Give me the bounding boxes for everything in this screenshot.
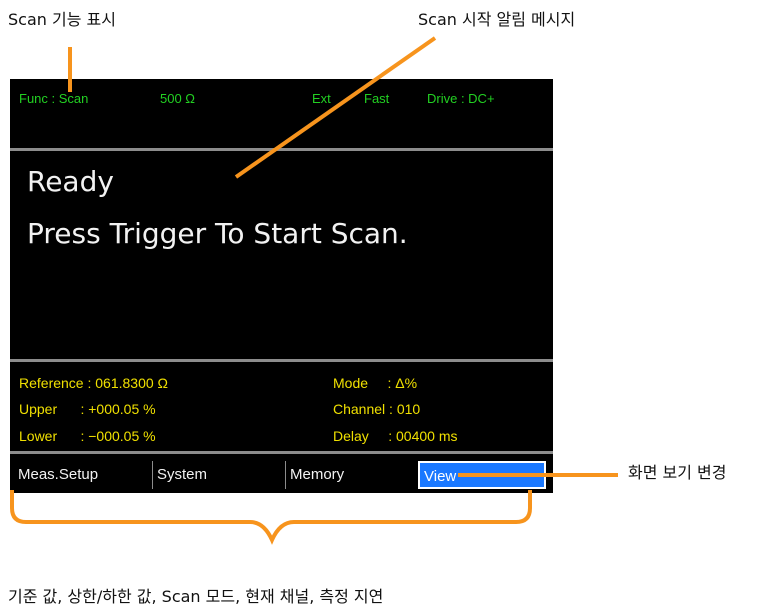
message-press-trigger: Press Trigger To Start Scan. xyxy=(27,217,408,250)
message-ready: Ready xyxy=(27,165,114,198)
status-drive: Drive : DC+ xyxy=(427,91,495,106)
callout-scan-message: Scan 시작 알림 메시지 xyxy=(418,10,576,29)
callout-info-fields: 기준 값, 상한/하한 값, Scan 모드, 현재 채널, 측정 지연 xyxy=(8,587,384,606)
bracket-info xyxy=(10,490,532,545)
info-delay: Delay : 00400 ms xyxy=(333,428,458,444)
divider-bottom xyxy=(10,451,553,454)
softkey-memory[interactable]: Memory xyxy=(285,461,417,489)
softkey-bar: Meas.Setup System Memory View xyxy=(10,456,553,493)
callout-view-change: 화면 보기 변경 xyxy=(628,463,727,482)
info-reference: Reference : 061.8300 Ω xyxy=(19,375,169,391)
info-upper: Upper : +000.05 % xyxy=(19,401,156,417)
status-func: Func : Scan xyxy=(19,91,89,106)
divider-top xyxy=(10,148,553,151)
status-range: 500 Ω xyxy=(160,91,196,106)
softkey-view[interactable]: View xyxy=(418,461,546,489)
callout-scan-function: Scan 기능 표시 xyxy=(8,10,116,29)
instrument-screen: Func : Scan 500 Ω Ext Fast Drive : DC+ R… xyxy=(10,79,553,493)
info-channel: Channel : 010 xyxy=(333,401,421,417)
status-speed: Fast xyxy=(364,91,390,106)
softkey-meas-setup[interactable]: Meas.Setup xyxy=(14,461,150,489)
divider-middle xyxy=(10,359,553,362)
softkey-system[interactable]: System xyxy=(152,461,284,489)
info-lower: Lower : −000.05 % xyxy=(19,428,156,444)
status-trigger: Ext xyxy=(312,91,331,106)
info-mode: Mode : Δ% xyxy=(333,375,418,391)
